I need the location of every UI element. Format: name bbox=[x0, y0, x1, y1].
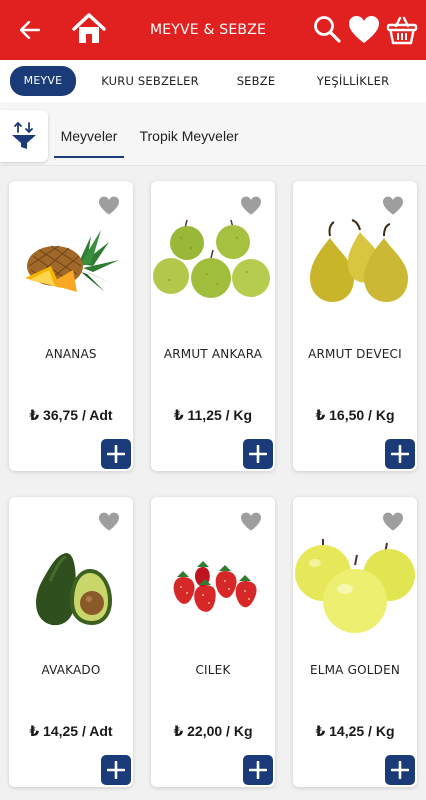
product-name: CILEK bbox=[195, 663, 231, 677]
green-pears-image bbox=[151, 211, 275, 311]
tab-kuru-sebzeler[interactable]: KURU SEBZELER bbox=[100, 66, 200, 96]
filter-sort-icon bbox=[12, 121, 36, 149]
plus-icon bbox=[391, 761, 409, 779]
golden-apples-image bbox=[293, 533, 417, 643]
product-price: ₺ 14,25 / Adt bbox=[29, 723, 113, 739]
back-arrow-icon[interactable] bbox=[16, 15, 44, 45]
product-card[interactable]: CILEK ₺ 22,00 / Kg bbox=[151, 497, 275, 787]
page-title: MEYVE & SEBZE bbox=[149, 22, 267, 38]
favorite-heart-icon[interactable] bbox=[382, 512, 404, 532]
product-name: ARMUT ANKARA bbox=[163, 347, 263, 361]
plus-icon bbox=[249, 761, 267, 779]
product-card[interactable]: ARMUT DEVECI ₺ 16,50 / Kg bbox=[293, 181, 417, 471]
add-to-cart-button[interactable] bbox=[101, 439, 131, 469]
product-card[interactable]: AVAKADO ₺ 14,25 / Adt bbox=[9, 497, 133, 787]
tab-sebze[interactable]: SEBZE bbox=[228, 66, 284, 96]
product-price: ₺ 22,00 / Kg bbox=[173, 723, 253, 739]
favorite-heart-icon[interactable] bbox=[98, 512, 120, 532]
product-price: ₺ 16,50 / Kg bbox=[315, 407, 395, 423]
tab-yesillikler[interactable]: YEŞİLLİKLER bbox=[312, 66, 394, 96]
filter-button[interactable] bbox=[0, 110, 48, 162]
favorite-heart-icon[interactable] bbox=[240, 512, 262, 532]
product-price: ₺ 36,75 / Adt bbox=[29, 407, 113, 423]
product-name: ARMUT DEVECI bbox=[308, 347, 402, 361]
product-card[interactable]: ARMUT ANKARA ₺ 11,25 / Kg bbox=[151, 181, 275, 471]
add-to-cart-button[interactable] bbox=[243, 439, 273, 469]
add-to-cart-button[interactable] bbox=[385, 755, 415, 785]
product-price: ₺ 14,25 / Kg bbox=[315, 723, 395, 739]
subtab-meyveler[interactable]: Meyveler bbox=[54, 118, 124, 158]
product-card[interactable]: ANANAS ₺ 36,75 / Adt bbox=[9, 181, 133, 471]
product-card[interactable]: ELMA GOLDEN ₺ 14,25 / Kg bbox=[293, 497, 417, 787]
search-icon[interactable] bbox=[313, 15, 341, 43]
product-name: ELMA GOLDEN bbox=[309, 663, 401, 677]
add-to-cart-button[interactable] bbox=[101, 755, 131, 785]
pineapple-image bbox=[9, 211, 133, 311]
subcategory-bar: Meyveler Tropik Meyveler bbox=[0, 102, 426, 166]
avocado-image bbox=[9, 537, 133, 637]
basket-icon[interactable] bbox=[386, 14, 418, 46]
product-name: AVAKADO bbox=[41, 663, 101, 677]
plus-icon bbox=[249, 445, 267, 463]
app-header: MEYVE & SEBZE bbox=[0, 0, 426, 60]
plus-icon bbox=[391, 445, 409, 463]
favorites-heart-icon[interactable] bbox=[348, 15, 380, 45]
product-price: ₺ 11,25 / Kg bbox=[173, 407, 253, 423]
home-icon[interactable] bbox=[72, 12, 106, 46]
product-name: ANANAS bbox=[45, 347, 97, 361]
add-to-cart-button[interactable] bbox=[243, 755, 273, 785]
plus-icon bbox=[107, 445, 125, 463]
product-grid: ANANAS ₺ 36,75 / Adt ARMUT ANKARA ₺ 11,2… bbox=[0, 166, 426, 800]
category-tabs: MEYVE KURU SEBZELER SEBZE YEŞİLLİKLER bbox=[0, 60, 426, 102]
strawberries-image bbox=[151, 537, 275, 637]
subtab-tropik-meyveler[interactable]: Tropik Meyveler bbox=[136, 118, 242, 158]
plus-icon bbox=[107, 761, 125, 779]
add-to-cart-button[interactable] bbox=[385, 439, 415, 469]
tab-meyve[interactable]: MEYVE bbox=[10, 66, 76, 96]
yellow-pears-image bbox=[293, 211, 417, 311]
